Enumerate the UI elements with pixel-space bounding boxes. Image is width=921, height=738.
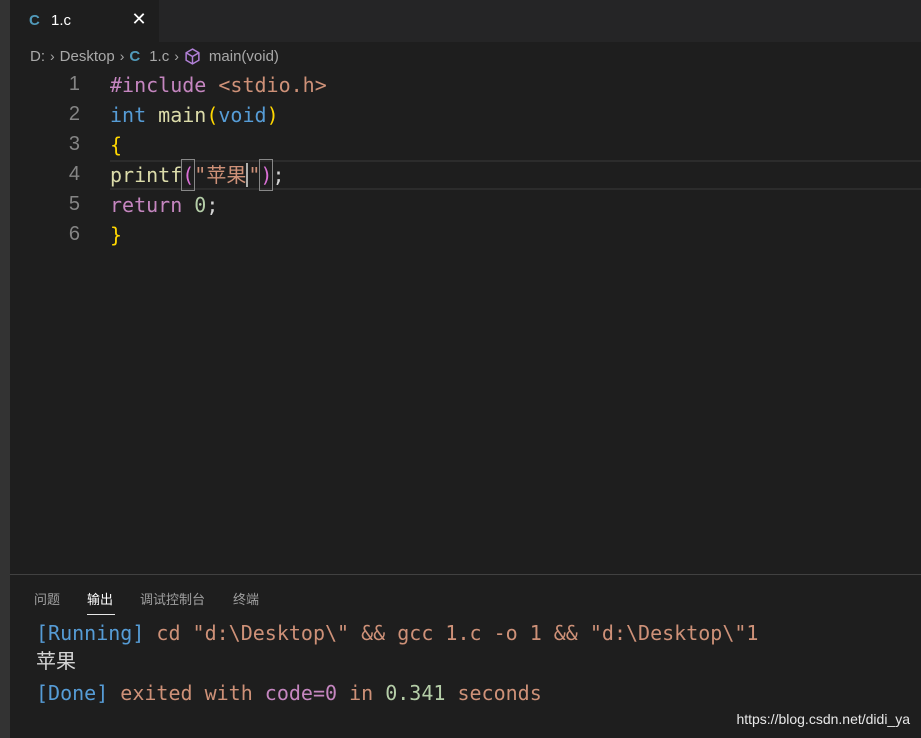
token-brace: { xyxy=(110,133,123,157)
token-paren: ) xyxy=(266,103,279,127)
line-number: 5 xyxy=(68,193,80,215)
code-line-2[interactable]: int main(void) xyxy=(110,100,279,130)
token-paren: ( xyxy=(181,159,196,191)
token-header: <stdio.h> xyxy=(218,73,327,97)
tab-1c[interactable]: C 1.c ✕ xyxy=(10,0,159,42)
breadcrumb-file[interactable]: 1.c xyxy=(149,48,169,65)
code-line-6[interactable]: } xyxy=(110,220,122,250)
token-string: "苹果 xyxy=(194,163,247,187)
in-text: in xyxy=(337,681,386,705)
token-function: printf xyxy=(110,163,183,187)
token-semicolon: ; xyxy=(206,193,219,217)
token-brace: } xyxy=(110,223,123,247)
line-number: 2 xyxy=(68,103,80,125)
breadcrumb-folder[interactable]: Desktop xyxy=(60,48,115,65)
active-tab-indicator xyxy=(87,614,115,615)
token-function: main xyxy=(158,103,207,127)
chevron-right-icon: › xyxy=(174,48,179,64)
panel-tab-bar: 问题 输出 调试控制台 终端 xyxy=(10,575,921,619)
code-line-3[interactable]: { xyxy=(110,130,122,160)
output-line-running: [Running] cd "d:\Desktop\" && gcc 1.c -o… xyxy=(36,618,758,648)
running-command: cd "d:\Desktop\" && gcc 1.c -o 1 && "d:\… xyxy=(144,621,759,645)
token-semicolon: ; xyxy=(272,163,285,187)
watermark: https://blog.csdn.net/didi_ya xyxy=(736,711,910,727)
line-number: 4 xyxy=(68,163,80,185)
code-line-5[interactable]: return 0; xyxy=(110,190,218,220)
breadcrumb-symbol[interactable]: main(void) xyxy=(209,48,279,65)
done-tag: [Done] xyxy=(36,681,109,705)
c-file-icon: C xyxy=(129,47,141,65)
token-keyword: return xyxy=(110,193,183,217)
bottom-panel: 问题 输出 调试控制台 终端 [Running] cd "d:\Desktop\… xyxy=(10,574,921,738)
output-line-done: [Done] exited with code=0 in 0.341 secon… xyxy=(36,678,542,708)
tab-problems[interactable]: 问题 xyxy=(34,589,60,608)
token-directive: #include xyxy=(110,73,207,97)
elapsed-time: 0.341 xyxy=(385,681,446,705)
activity-bar-edge xyxy=(0,0,10,738)
token-type: int xyxy=(110,103,147,127)
close-icon[interactable]: ✕ xyxy=(130,9,148,31)
code-line-4[interactable]: printf("苹果 "); xyxy=(110,159,285,191)
tab-label: 1.c xyxy=(51,12,72,29)
editor-tab-bar: C 1.c ✕ xyxy=(10,0,921,42)
token-number: 0 xyxy=(194,193,207,217)
symbol-method-icon xyxy=(185,47,200,65)
token-paren: ( xyxy=(206,103,219,127)
output-line-program: 苹果 xyxy=(36,649,76,673)
line-number: 6 xyxy=(68,223,80,245)
chevron-right-icon: › xyxy=(119,48,125,64)
running-tag: [Running] xyxy=(36,621,145,645)
exit-code: code=0 xyxy=(264,681,338,705)
code-editor[interactable]: 1 2 3 4 5 6 #include <stdio.h> int main(… xyxy=(10,70,921,574)
breadcrumb-drive[interactable]: D: xyxy=(30,48,45,65)
breadcrumb: D: › Desktop › C 1.c › main(void) xyxy=(10,42,921,70)
chevron-right-icon: › xyxy=(50,48,55,64)
line-number: 3 xyxy=(68,133,80,155)
token-string-end: " xyxy=(246,163,261,187)
code-line-1[interactable]: #include <stdio.h> xyxy=(110,70,327,100)
tab-output[interactable]: 输出 xyxy=(87,589,113,608)
seconds-text: seconds xyxy=(445,681,542,705)
token-paren: ) xyxy=(259,159,274,191)
token-param: void xyxy=(218,103,267,127)
c-file-icon: C xyxy=(29,12,40,29)
vscode-window: C 1.c ✕ D: › Desktop › C 1.c › main(void… xyxy=(0,0,921,738)
tab-terminal[interactable]: 终端 xyxy=(233,589,259,608)
line-number: 1 xyxy=(68,73,80,95)
tab-debug-console[interactable]: 调试控制台 xyxy=(140,589,205,608)
exited-with-text: exited with xyxy=(108,681,265,705)
